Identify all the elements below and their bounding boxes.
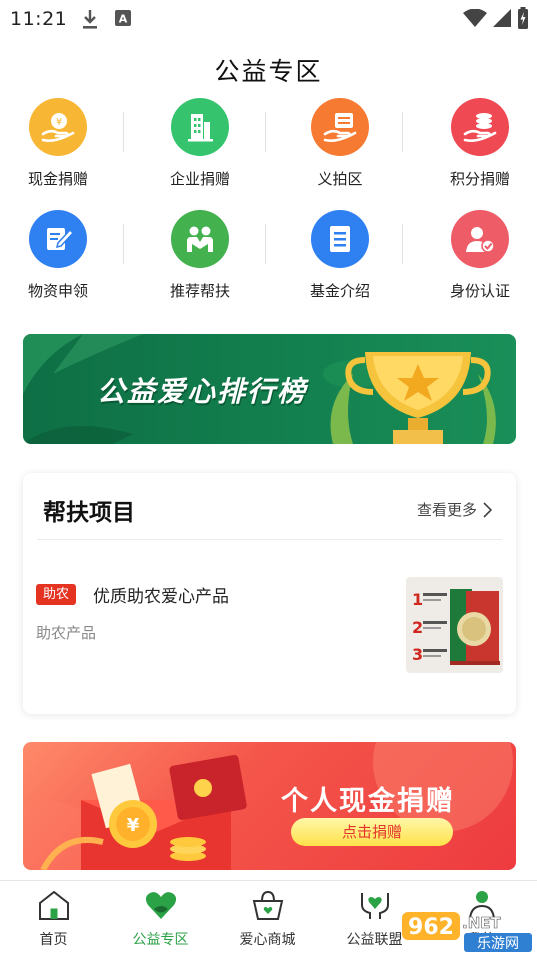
status-icons — [463, 7, 529, 29]
grid-item-supply-claim[interactable]: 物资申领 — [0, 210, 125, 301]
status-bar: 11:21 A — [0, 0, 537, 38]
coins-hand-icon — [451, 98, 509, 156]
grid-item-identity-auth[interactable]: 身份认证 — [413, 210, 537, 301]
svg-text:A: A — [119, 13, 128, 26]
tab-love-mall[interactable]: 爱心商城 — [214, 889, 321, 949]
grid-label: 义拍区 — [317, 170, 363, 188]
chevron-right-icon — [483, 501, 492, 518]
charity-ranking-banner[interactable]: 公益爱心排行榜 — [23, 334, 516, 444]
donate-now-button[interactable]: 点击捐赠 — [291, 818, 453, 846]
watermark-number: 962 — [408, 915, 454, 940]
card-divider — [37, 539, 502, 540]
view-more-label: 查看更多 — [416, 501, 477, 519]
tab-home[interactable]: 首页 — [0, 889, 107, 949]
svg-text:3: 3 — [412, 645, 423, 664]
cash-hand-icon: ¥ — [29, 98, 87, 156]
feature-row-1: ¥ 现金捐赠 企业捐赠 义拍区 积分捐赠 — [0, 98, 537, 210]
feature-grid: ¥ 现金捐赠 企业捐赠 义拍区 积分捐赠 物资申领 推荐帮扶 基金介绍 身份认证 — [0, 98, 537, 322]
site-watermark: 962 .NET 乐游网 — [400, 906, 537, 956]
grid-item-auction[interactable]: 义拍区 — [273, 98, 407, 189]
grid-label: 物资申领 — [27, 282, 88, 300]
divider — [402, 224, 403, 264]
status-time: 11:21 — [10, 8, 68, 30]
svg-text:2: 2 — [412, 618, 423, 637]
watermark-logo: 962 .NET 乐游网 — [402, 912, 532, 952]
svg-text:¥: ¥ — [127, 815, 140, 836]
grid-label: 企业捐赠 — [169, 170, 230, 188]
product-image: 1 2 3 — [406, 577, 503, 673]
divider — [123, 112, 124, 152]
grid-label: 身份认证 — [449, 282, 510, 300]
building-icon — [171, 98, 229, 156]
svg-text:¥: ¥ — [56, 117, 62, 128]
watermark-suffix: .NET — [462, 914, 501, 932]
tab-label: 爱心商城 — [239, 932, 296, 948]
people-icon — [171, 210, 229, 268]
support-projects-card: 帮扶项目 查看更多 助农 优质助农爱心产品 助农产品 1 2 3 — [23, 473, 516, 714]
grid-item-fund-intro[interactable]: 基金介绍 — [273, 210, 407, 301]
heart-hands-icon — [145, 892, 176, 919]
divider — [265, 112, 266, 152]
divider — [123, 224, 124, 264]
support-projects-title: 帮扶项目 — [43, 500, 135, 526]
grid-item-cash-donation[interactable]: ¥ 现金捐赠 — [0, 98, 125, 189]
ranking-banner-text: 公益爱心排行榜 — [97, 375, 308, 408]
project-tag: 助农 — [36, 584, 77, 605]
project-subtitle: 助农产品 — [36, 624, 97, 642]
view-more-link[interactable]: 查看更多 — [417, 499, 492, 520]
download-icon — [83, 10, 97, 29]
wifi-icon — [463, 9, 487, 27]
donation-banner-text: 个人现金捐赠 — [281, 786, 455, 817]
watermark-caption: 乐游网 — [477, 936, 519, 952]
project-thumbnail: 1 2 3 — [406, 577, 503, 673]
tab-label: 首页 — [39, 932, 68, 948]
grid-item-enterprise-donation[interactable]: 企业捐赠 — [133, 98, 267, 189]
page-title: 公益专区 — [214, 57, 323, 86]
grid-label: 积分捐赠 — [449, 170, 510, 188]
pen-paper-icon — [29, 210, 87, 268]
document-icon — [311, 210, 369, 268]
basket-icon — [252, 890, 283, 920]
auction-hand-icon — [311, 98, 369, 156]
svg-text:1: 1 — [412, 590, 423, 609]
divider — [265, 224, 266, 264]
grid-label: 基金介绍 — [309, 282, 370, 300]
cash-donation-banner[interactable]: ¥ 个人现金捐赠 点击捐赠 — [23, 742, 516, 870]
heart-alliance-icon — [360, 893, 389, 919]
grid-label: 推荐帮扶 — [169, 282, 230, 300]
battery-icon — [518, 7, 528, 29]
feature-row-2: 物资申领 推荐帮扶 基金介绍 身份认证 — [0, 210, 537, 322]
divider — [402, 112, 403, 152]
grid-item-recommend-support[interactable]: 推荐帮扶 — [133, 210, 267, 301]
tab-charity-zone[interactable]: 公益专区 — [107, 889, 214, 949]
signal-icon — [493, 9, 511, 27]
grid-label: 现金捐赠 — [27, 170, 88, 188]
tab-label: 公益专区 — [132, 932, 189, 948]
user-verified-icon — [451, 210, 509, 268]
project-title: 优质助农爱心产品 — [93, 587, 229, 607]
grid-item-points-donation[interactable]: 积分捐赠 — [413, 98, 537, 189]
home-icon — [38, 890, 69, 920]
a-notification-icon: A — [115, 10, 131, 26]
